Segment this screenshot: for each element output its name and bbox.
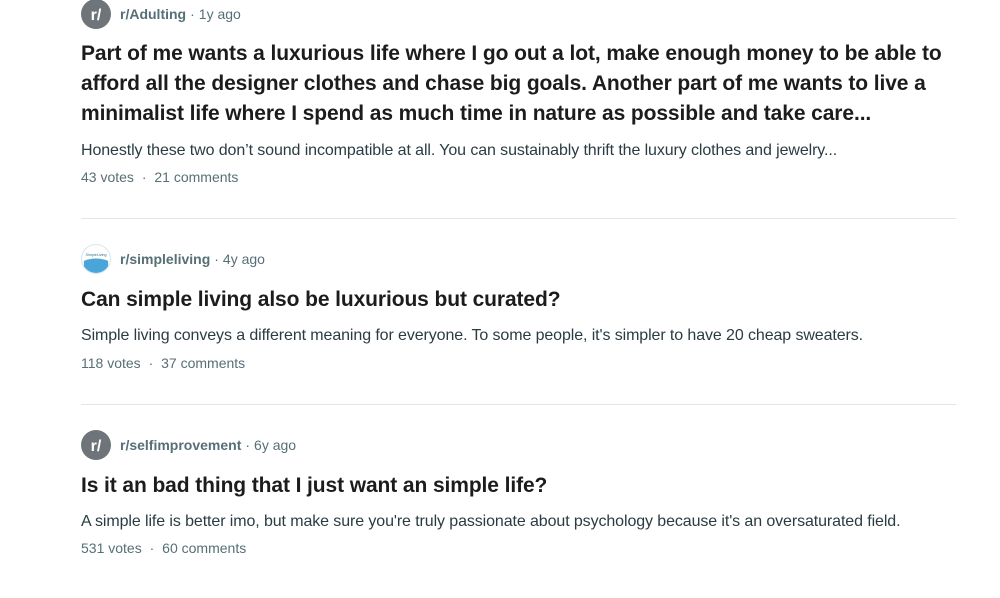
- community-icon-text: SimpleLiving: [85, 253, 106, 257]
- post-age: 6y ago: [254, 437, 297, 453]
- post-title[interactable]: Is it an bad thing that I just want an s…: [81, 471, 956, 501]
- search-results-feed: r/ r/Adulting · 1y ago Part of me wants …: [0, 0, 1000, 598]
- post-card[interactable]: r/ r/selfimprovement · 6y ago Is it an b…: [81, 430, 956, 556]
- stats-separator: ·: [148, 355, 154, 371]
- post-card[interactable]: SimpleLiving r/simpleliving · 4y ago Can…: [81, 244, 956, 371]
- subreddit-link[interactable]: r/Adulting: [120, 6, 186, 22]
- post-snippet: A simple life is better imo, but make su…: [81, 513, 901, 530]
- stats-separator: ·: [149, 540, 155, 556]
- post-card[interactable]: r/ r/Adulting · 1y ago Part of me wants …: [81, 0, 956, 185]
- comment-count: 37 comments: [161, 355, 246, 371]
- comment-count: 21 comments: [154, 169, 239, 185]
- post-stats: 531 votes · 60 comments: [81, 540, 956, 556]
- divider: [81, 218, 956, 219]
- post-meta: r/ r/Adulting · 1y ago: [81, 0, 956, 29]
- meta-separator: ·: [245, 437, 251, 453]
- post-snippet: Honestly these two don’t sound incompati…: [81, 142, 838, 159]
- post-title[interactable]: Can simple living also be luxurious but …: [81, 285, 956, 315]
- meta-separator: ·: [190, 6, 195, 22]
- post-stats: 118 votes · 37 comments: [81, 355, 956, 371]
- subreddit-link[interactable]: r/selfimprovement: [120, 437, 241, 453]
- svg-text:r/: r/: [91, 7, 102, 24]
- simpleliving-community-icon[interactable]: SimpleLiving: [81, 244, 111, 274]
- subreddit-link[interactable]: r/simpleliving: [120, 251, 210, 267]
- stats-separator: ·: [141, 169, 147, 185]
- vote-count: 531 votes: [81, 540, 142, 556]
- comment-count: 60 comments: [162, 540, 247, 556]
- reddit-default-icon[interactable]: r/: [81, 0, 111, 29]
- post-age: 4y ago: [222, 251, 265, 267]
- vote-count: 118 votes: [81, 355, 141, 371]
- post-meta: SimpleLiving r/simpleliving · 4y ago: [81, 244, 956, 274]
- meta-separator: ·: [214, 251, 219, 267]
- post-meta: r/ r/selfimprovement · 6y ago: [81, 430, 956, 460]
- vote-count: 43 votes: [81, 169, 134, 185]
- post-snippet: Simple living conveys a different meanin…: [81, 327, 864, 344]
- post-title[interactable]: Part of me wants a luxurious life where …: [81, 39, 956, 129]
- reddit-default-icon[interactable]: r/: [81, 430, 111, 460]
- post-age: 1y ago: [198, 6, 241, 22]
- post-stats: 43 votes · 21 comments: [81, 169, 956, 185]
- svg-text:r/: r/: [91, 438, 102, 455]
- divider: [81, 404, 956, 405]
